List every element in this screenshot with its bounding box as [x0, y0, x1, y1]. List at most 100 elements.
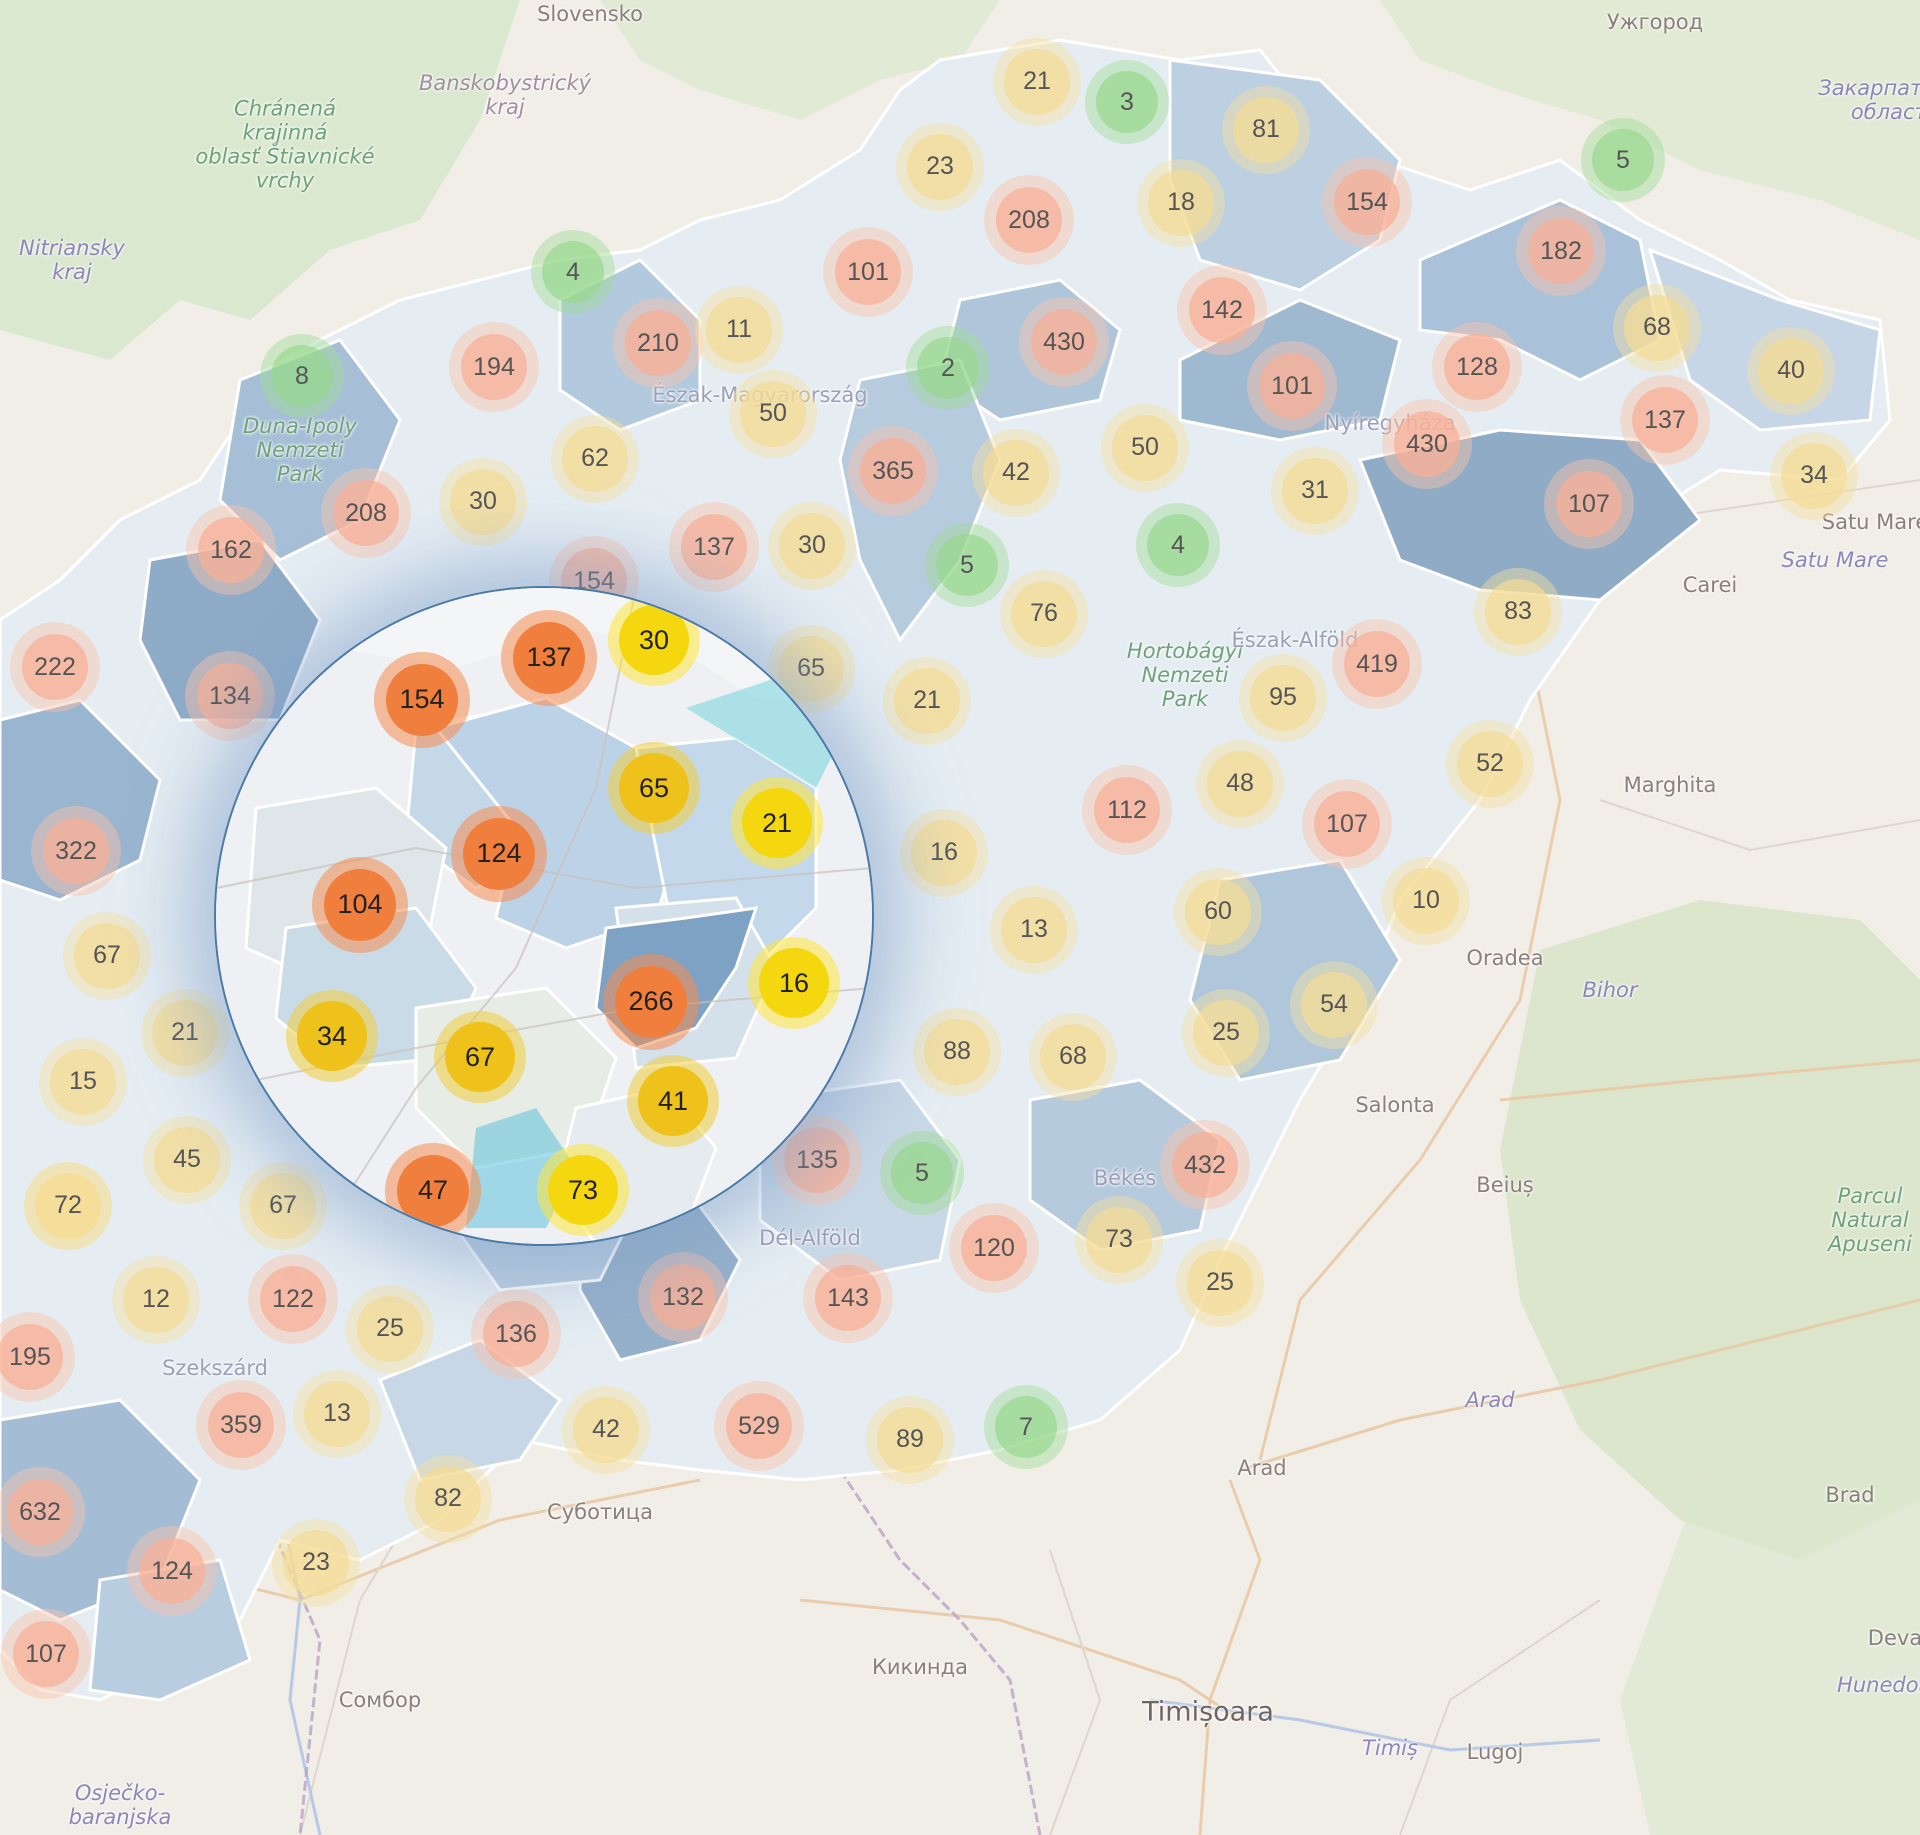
- marker-cluster[interactable]: 10: [1382, 857, 1470, 945]
- marker-cluster[interactable]: 62: [551, 415, 639, 503]
- marker-cluster[interactable]: 365: [848, 426, 938, 516]
- marker-cluster[interactable]: 101: [1247, 341, 1337, 431]
- marker-cluster[interactable]: 182: [1516, 206, 1606, 296]
- marker-cluster[interactable]: 137: [669, 502, 759, 592]
- marker-cluster[interactable]: 15: [39, 1038, 127, 1126]
- marker-cluster[interactable]: 50: [1101, 404, 1189, 492]
- marker-cluster[interactable]: 82: [404, 1455, 492, 1543]
- marker-cluster[interactable]: 322: [31, 806, 121, 896]
- marker-cluster[interactable]: 2: [906, 326, 990, 410]
- magnified-cluster[interactable]: 34: [286, 990, 378, 1082]
- marker-cluster[interactable]: 21: [993, 38, 1081, 126]
- magnified-cluster[interactable]: 154: [374, 652, 470, 748]
- marker-cluster[interactable]: 31: [1271, 447, 1359, 535]
- marker-cluster[interactable]: 5: [1581, 118, 1665, 202]
- marker-cluster[interactable]: 137: [1620, 375, 1710, 465]
- marker-cluster[interactable]: 13: [990, 886, 1078, 974]
- marker-cluster[interactable]: 194: [449, 322, 539, 412]
- magnified-cluster[interactable]: 73: [537, 1144, 629, 1236]
- marker-cluster[interactable]: 122: [248, 1254, 338, 1344]
- marker-cluster[interactable]: 7: [984, 1385, 1068, 1469]
- marker-cluster[interactable]: 359: [196, 1380, 286, 1470]
- magnified-cluster[interactable]: 137: [501, 610, 597, 706]
- marker-cluster[interactable]: 4: [531, 230, 615, 314]
- cluster-count: 154: [1333, 168, 1401, 236]
- marker-cluster[interactable]: 25: [1176, 1239, 1264, 1327]
- magnified-cluster[interactable]: 30: [608, 594, 700, 686]
- cluster-count: 143: [814, 1264, 882, 1332]
- marker-cluster[interactable]: 8: [260, 334, 344, 418]
- marker-cluster[interactable]: 73: [1075, 1196, 1163, 1284]
- marker-cluster[interactable]: 208: [984, 175, 1074, 265]
- marker-cluster[interactable]: 430: [1382, 399, 1472, 489]
- marker-cluster[interactable]: 25: [1182, 989, 1270, 1077]
- marker-cluster[interactable]: 136: [471, 1289, 561, 1379]
- marker-cluster[interactable]: 208: [321, 468, 411, 558]
- marker-cluster[interactable]: 50: [729, 370, 817, 458]
- marker-cluster[interactable]: 60: [1174, 868, 1262, 956]
- marker-cluster[interactable]: 18: [1137, 159, 1225, 247]
- marker-cluster[interactable]: 89: [866, 1396, 954, 1484]
- magnifier-lens[interactable]: 137 30 154 65 21 124 104 266 16 34 67 41 73 47: [214, 586, 874, 1246]
- marker-cluster[interactable]: 128: [1432, 322, 1522, 412]
- marker-cluster[interactable]: 430: [1019, 297, 1109, 387]
- marker-cluster[interactable]: 42: [972, 429, 1060, 517]
- marker-cluster[interactable]: 68: [1613, 284, 1701, 372]
- marker-cluster[interactable]: 30: [768, 502, 856, 590]
- marker-cluster[interactable]: 30: [439, 458, 527, 546]
- map-view[interactable]: Slovensko Ужгород Banskobystrický kraj Chrá…: [0, 0, 1920, 1835]
- magnified-cluster[interactable]: 21: [731, 777, 823, 869]
- marker-cluster[interactable]: 88: [913, 1008, 1001, 1096]
- marker-cluster[interactable]: 3: [1085, 60, 1169, 144]
- marker-cluster[interactable]: 23: [896, 123, 984, 211]
- magnified-cluster[interactable]: 65: [608, 742, 700, 834]
- marker-cluster[interactable]: 107: [1302, 779, 1392, 869]
- marker-cluster[interactable]: 95: [1239, 654, 1327, 742]
- marker-cluster[interactable]: 4: [1136, 503, 1220, 587]
- marker-cluster[interactable]: 432: [1160, 1120, 1250, 1210]
- marker-cluster[interactable]: 83: [1474, 568, 1562, 656]
- marker-cluster[interactable]: 107: [1, 1609, 91, 1699]
- marker-cluster[interactable]: 107: [1544, 459, 1634, 549]
- magnified-cluster[interactable]: 124: [451, 806, 547, 902]
- marker-cluster[interactable]: 132: [638, 1252, 728, 1342]
- marker-cluster[interactable]: 124: [127, 1526, 217, 1616]
- magnified-cluster[interactable]: 41: [627, 1055, 719, 1147]
- marker-cluster[interactable]: 76: [1000, 570, 1088, 658]
- marker-cluster[interactable]: 23: [272, 1519, 360, 1607]
- marker-cluster[interactable]: 54: [1290, 961, 1378, 1049]
- marker-cluster[interactable]: 143: [803, 1253, 893, 1343]
- magnified-cluster[interactable]: 266: [603, 954, 699, 1050]
- marker-cluster[interactable]: 34: [1770, 432, 1858, 520]
- marker-cluster[interactable]: 40: [1747, 327, 1835, 415]
- magnified-cluster[interactable]: 47: [385, 1143, 481, 1239]
- marker-cluster[interactable]: 42: [562, 1386, 650, 1474]
- marker-cluster[interactable]: 5: [880, 1131, 964, 1215]
- marker-cluster[interactable]: 120: [949, 1203, 1039, 1293]
- magnified-cluster[interactable]: 67: [434, 1011, 526, 1103]
- marker-cluster[interactable]: 13: [293, 1370, 381, 1458]
- marker-cluster[interactable]: 5: [925, 523, 1009, 607]
- marker-cluster[interactable]: 210: [613, 298, 703, 388]
- marker-cluster[interactable]: 48: [1196, 740, 1284, 828]
- marker-cluster[interactable]: 68: [1029, 1013, 1117, 1101]
- marker-cluster[interactable]: 81: [1222, 86, 1310, 174]
- marker-cluster[interactable]: 52: [1446, 720, 1534, 808]
- marker-cluster[interactable]: 12: [112, 1256, 200, 1344]
- marker-cluster[interactable]: 419: [1332, 619, 1422, 709]
- magnified-cluster[interactable]: 16: [748, 937, 840, 1029]
- marker-cluster[interactable]: 529: [714, 1381, 804, 1471]
- magnified-cluster[interactable]: 104: [312, 857, 408, 953]
- marker-cluster[interactable]: 142: [1177, 265, 1267, 355]
- marker-cluster[interactable]: 222: [10, 622, 100, 712]
- marker-cluster[interactable]: 112: [1082, 765, 1172, 855]
- marker-cluster[interactable]: 25: [346, 1285, 434, 1373]
- marker-cluster[interactable]: 72: [24, 1162, 112, 1250]
- marker-cluster[interactable]: 11: [695, 286, 783, 374]
- marker-cluster[interactable]: 154: [1322, 157, 1412, 247]
- marker-cluster[interactable]: 21: [883, 657, 971, 745]
- marker-cluster[interactable]: 162: [186, 505, 276, 595]
- marker-cluster[interactable]: 67: [63, 912, 151, 1000]
- marker-cluster[interactable]: 16: [900, 809, 988, 897]
- marker-cluster[interactable]: 101: [823, 227, 913, 317]
